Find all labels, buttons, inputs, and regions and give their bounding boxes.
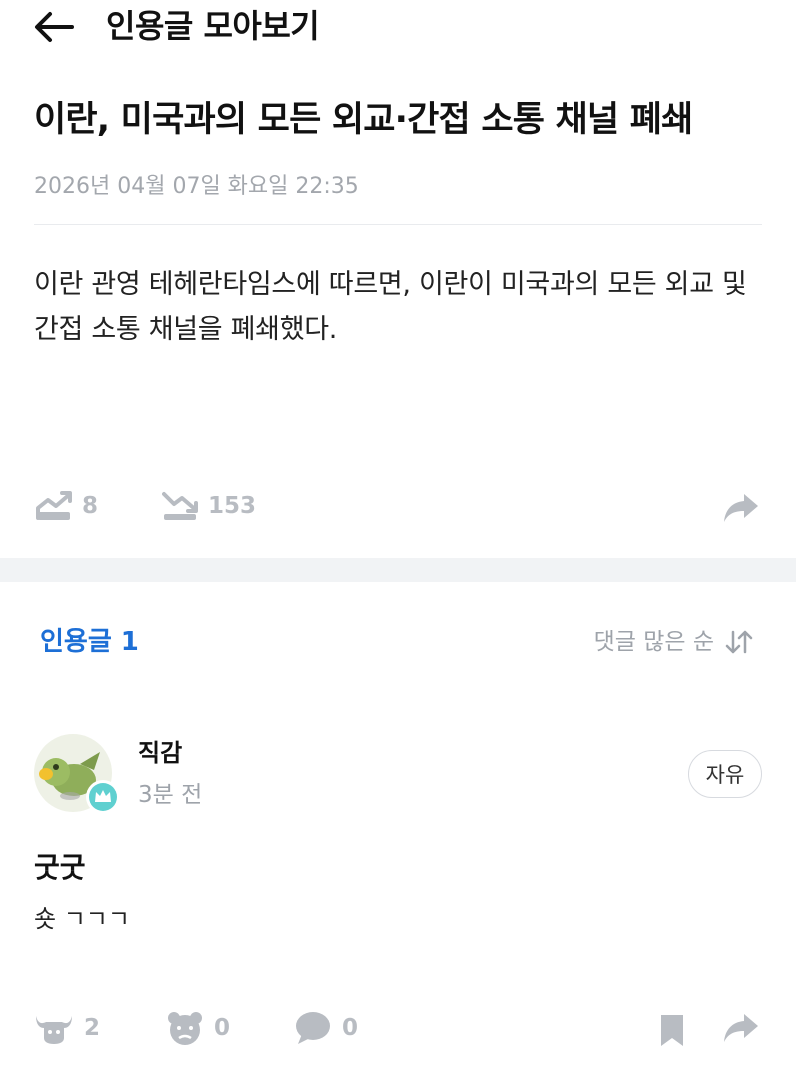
comment-count: 0 [342, 1015, 359, 1041]
bull-reaction-button[interactable]: 2 [34, 1010, 100, 1046]
section-separator [0, 558, 796, 582]
share-icon [724, 1014, 758, 1042]
comment-button[interactable]: 0 [294, 1010, 358, 1046]
article-title: 이란, 미국과의 모든 외교·간접 소통 채널 폐쇄 [34, 100, 693, 140]
sort-label: 댓글 많은 순 [593, 629, 714, 655]
share-icon [724, 494, 758, 522]
sort-arrows-icon [725, 630, 753, 654]
trend-up-count: 8 [82, 493, 99, 519]
article-share-button[interactable] [722, 492, 760, 528]
bull-icon [36, 1016, 72, 1044]
crown-icon [89, 783, 117, 811]
trend-up-stat[interactable]: 8 [36, 490, 98, 522]
trend-down-count: 153 [208, 493, 257, 519]
comment-bubble-icon [296, 1012, 330, 1044]
trend-up-icon [36, 491, 72, 520]
bookmark-button[interactable] [658, 1012, 686, 1052]
bookmark-icon [661, 1015, 683, 1046]
trend-down-icon [162, 492, 198, 520]
quote-count-tab[interactable]: 인용글 1 [40, 622, 139, 662]
article-date: 2026년 04월 07일 화요일 22:35 [34, 174, 359, 199]
arrow-left-icon [35, 12, 74, 42]
category-tag[interactable]: 자유 [688, 750, 762, 798]
crown-badge [86, 780, 120, 814]
post-share-button[interactable] [722, 1012, 760, 1048]
post-time: 3분 전 [138, 782, 203, 808]
page-title: 인용글 모아보기 [106, 7, 320, 45]
sort-button[interactable]: 댓글 많은 순 [594, 622, 754, 662]
bear-reaction-button[interactable]: 0 [166, 1010, 230, 1046]
article-body: 이란 관영 테헤란타임스에 따르면, 이란이 미국과의 모든 외교 및 간접 소… [34, 269, 747, 345]
post-title[interactable]: 굿굿 [34, 848, 86, 888]
post-body[interactable]: 숏 ㄱㄱㄱ [34, 900, 130, 938]
bull-count: 2 [84, 1015, 101, 1041]
back-button[interactable] [28, 4, 80, 50]
author-name[interactable]: 직감 [138, 736, 182, 770]
bear-count: 0 [214, 1015, 231, 1041]
bear-icon [168, 1012, 202, 1045]
trend-down-stat[interactable]: 153 [162, 490, 256, 522]
divider [34, 224, 762, 225]
